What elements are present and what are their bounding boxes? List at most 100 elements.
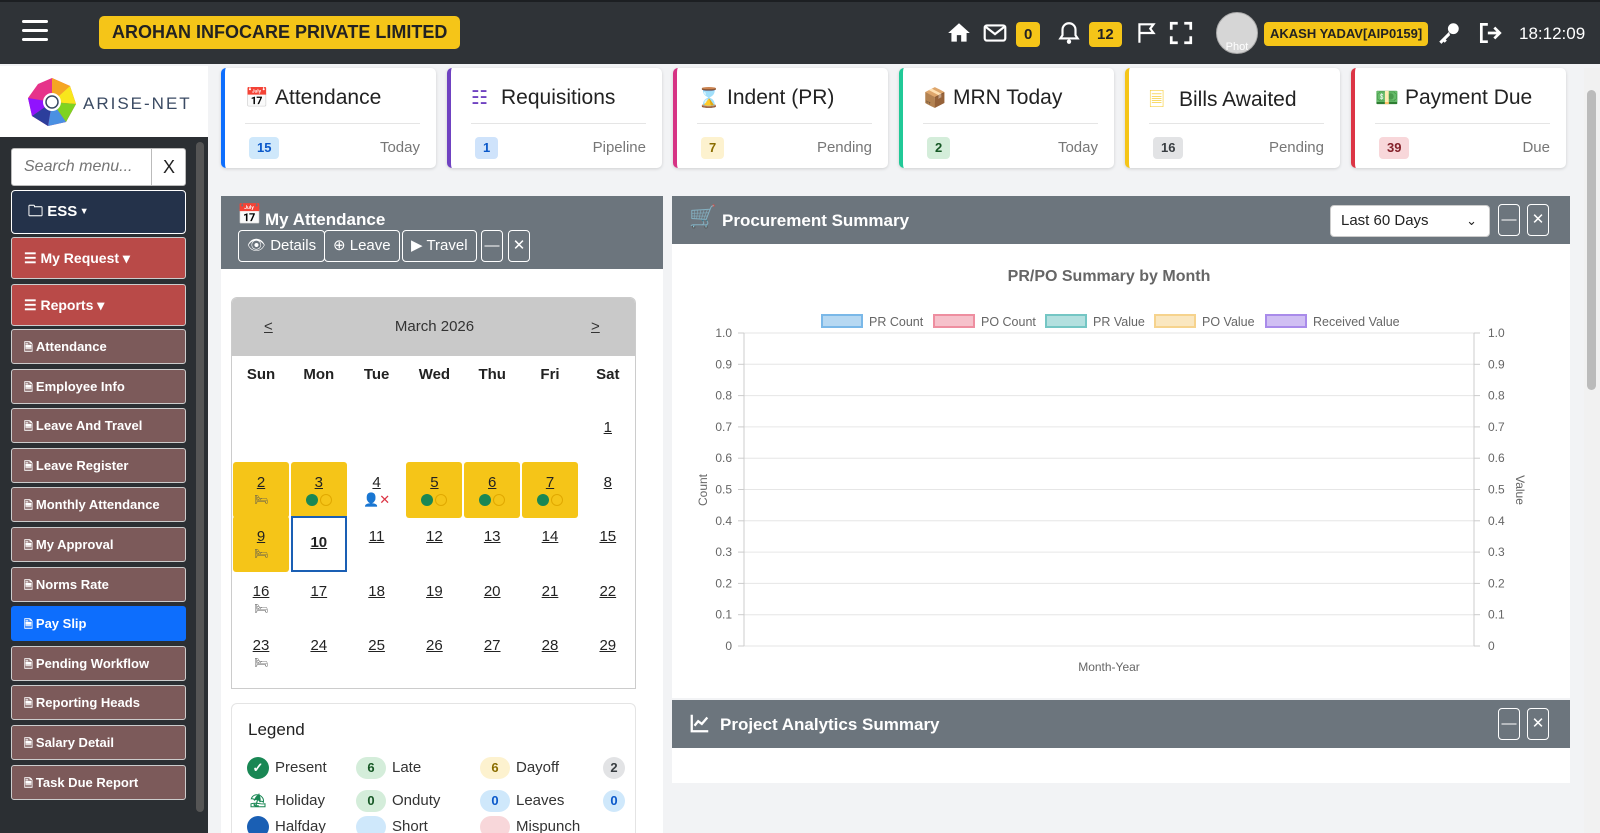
sidebar-item-salary-detail[interactable]: 🗎 Salary Detail xyxy=(11,725,186,760)
calendar-day-3[interactable]: 3 xyxy=(290,461,347,518)
fullscreen-icon[interactable] xyxy=(1168,20,1194,46)
calendar-day-17[interactable]: 17 xyxy=(291,571,347,627)
search-input[interactable] xyxy=(12,149,151,185)
legend-late-label: Late xyxy=(392,758,422,776)
notification-count-badge[interactable]: 12 xyxy=(1089,22,1122,47)
search-clear-button[interactable]: X xyxy=(151,149,186,185)
calendar-day-10[interactable]: 10 xyxy=(290,516,347,573)
sitemap-icon: ☷ xyxy=(471,88,489,109)
legend-label-4: Received Value xyxy=(1313,315,1400,329)
bell-icon[interactable] xyxy=(1056,20,1082,46)
sidebar-item-monthly-attendance[interactable]: 🗎 Monthly Attendance xyxy=(11,487,186,523)
calendar-day-4[interactable]: 4 👤✕ xyxy=(349,462,405,518)
calendar-day-15[interactable]: 15 xyxy=(580,516,635,572)
calendar-day-30[interactable]: 30🛏 xyxy=(233,680,289,688)
calendar-day-1[interactable]: 1 xyxy=(580,407,635,463)
calendar-day-8[interactable]: 8 xyxy=(580,462,635,518)
flag-icon[interactable] xyxy=(1134,20,1160,46)
home-icon[interactable] xyxy=(946,20,972,46)
mail-count-badge[interactable]: 0 xyxy=(1016,22,1041,47)
sidebar-item-my-approval[interactable]: 🗎 My Approval xyxy=(11,527,186,562)
sidebar-item-norms-rate[interactable]: 🗎 Norms Rate xyxy=(11,566,186,602)
calendar-day-5[interactable]: 5 xyxy=(406,461,463,518)
check-circle-icon: ✓ xyxy=(247,757,269,779)
calendar-day-2[interactable]: 2 🛏 xyxy=(233,461,289,518)
sidebar-item-pending-workflow[interactable]: 🗎 Pending Workflow xyxy=(11,645,186,681)
box-icon: 📦 xyxy=(923,88,947,109)
day-number: 1 xyxy=(603,419,612,436)
y-tick-label-10: 0 xyxy=(725,639,732,653)
sidebar-item-pay-slip[interactable]: 🗎 Pay Slip xyxy=(11,606,186,642)
dayoff-total: 2 xyxy=(603,757,625,779)
calendar-day-28[interactable]: 28 xyxy=(522,625,578,681)
card-divider xyxy=(471,123,646,124)
sidebar-item-leave-register[interactable]: 🗎 Leave Register xyxy=(11,447,186,483)
summary-card-indent-pr[interactable]: ⌛ Indent (PR) 7 Pending xyxy=(673,68,888,168)
close-icon[interactable]: ✕ xyxy=(508,230,530,262)
calendar-day-11[interactable]: 11 xyxy=(349,516,405,572)
calendar-next-button[interactable]: > xyxy=(591,318,600,335)
close-icon[interactable]: ✕ xyxy=(1527,204,1549,236)
mail-icon[interactable] xyxy=(982,20,1008,46)
calendar-day-18[interactable]: 18 xyxy=(349,571,405,627)
user-name-badge[interactable]: AKASH YADAV[AIP0159] xyxy=(1264,22,1429,46)
calendar-day-26[interactable]: 26 xyxy=(406,625,462,681)
logout-icon[interactable] xyxy=(1477,20,1503,46)
summary-card-payment-due[interactable]: 💵 Payment Due 39 Due xyxy=(1351,68,1566,168)
calendar-day-29[interactable]: 29 xyxy=(580,625,635,681)
calendar-day-20[interactable]: 20 xyxy=(464,571,520,627)
summary-card-mrn-today[interactable]: 📦 MRN Today 2 Today xyxy=(899,68,1114,168)
sidebar-item-attendance[interactable]: 🗎 Attendance xyxy=(11,329,186,364)
card-count: 1 xyxy=(475,137,499,159)
calendar-day-6[interactable]: 6 xyxy=(464,461,521,518)
calendar-day-12[interactable]: 12 xyxy=(406,516,462,572)
calendar-day-27[interactable]: 27 xyxy=(464,625,520,681)
date-range-select[interactable]: Last 60 Days ⌄ xyxy=(1330,205,1490,237)
y2-tick-label-4: 0.6 xyxy=(1488,451,1505,465)
project-analytics-title: Project Analytics Summary xyxy=(720,715,940,734)
arise-net-logo[interactable] xyxy=(26,76,78,128)
calendar-day-14[interactable]: 14 xyxy=(522,516,578,572)
sidebar-item-employee-info[interactable]: 🗎 Employee Info xyxy=(11,368,186,404)
travel-button[interactable]: ▶ Travel xyxy=(402,230,477,262)
legend-label-1: PO Count xyxy=(981,315,1036,329)
reports-menu[interactable]: ☰ Reports ▾ xyxy=(11,284,186,326)
minimize-button[interactable]: — xyxy=(1498,708,1520,740)
my-request-label: My Request xyxy=(40,250,120,266)
calendar-day-19[interactable]: 19 xyxy=(406,571,462,627)
minimize-button[interactable]: — xyxy=(1498,204,1520,236)
calendar-day-31[interactable]: 31 xyxy=(291,680,347,688)
details-button[interactable]: 👁 Details xyxy=(238,230,326,262)
minimize-button[interactable]: — xyxy=(481,230,503,262)
scrollbar-thumb[interactable] xyxy=(1587,90,1596,390)
calendar-day-21[interactable]: 21 xyxy=(522,571,578,627)
calendar-day-7[interactable]: 7 xyxy=(522,461,578,518)
summary-card-requisitions[interactable]: ☷ Requisitions 1 Pipeline xyxy=(447,68,662,168)
day-number: 5 xyxy=(430,473,439,491)
calendar-day-25[interactable]: 25 xyxy=(349,625,405,681)
calendar-day-24[interactable]: 24 xyxy=(291,625,347,681)
y2-tick-label-5: 0.5 xyxy=(1488,483,1505,497)
sidebar-scrollbar[interactable] xyxy=(196,142,204,812)
sidebar-item-task-due-report[interactable]: 🗎 Task Due Report xyxy=(11,764,186,800)
calendar-day-13[interactable]: 13 xyxy=(464,516,520,572)
summary-card-attendance[interactable]: 📅 Attendance 15 Today xyxy=(221,68,436,168)
menu-icon[interactable] xyxy=(22,20,48,42)
sidebar-item-reporting-heads[interactable]: 🗎 Reporting Heads xyxy=(11,685,186,721)
calendar-day-16[interactable]: 16 🛏 xyxy=(233,571,289,627)
summary-card-bills-awaited[interactable]: 🗏 Bills Awaited 16 Pending xyxy=(1125,68,1340,168)
my-attendance-header: 📅 My Attendance 👁 Details ⊕ Leave ▶ Trav… xyxy=(221,196,663,269)
leave-button[interactable]: ⊕ Leave xyxy=(324,230,400,262)
day-number: 25 xyxy=(368,637,385,655)
key-icon[interactable] xyxy=(1436,20,1462,46)
my-request-menu[interactable]: ☰ My Request ▾ xyxy=(11,237,186,279)
calendar-day-9[interactable]: 9 🛏 xyxy=(233,516,289,573)
calendar-day-22[interactable]: 22 xyxy=(580,571,635,627)
calendar-day-23[interactable]: 23 🛏 xyxy=(233,625,289,681)
close-icon[interactable]: ✕ xyxy=(1527,708,1549,740)
umbrella-beach-icon: ⛱ xyxy=(249,793,267,808)
page-scrollbar[interactable] xyxy=(1584,68,1600,833)
ess-menu-button[interactable]: 🗀 ESS ▾ xyxy=(11,190,186,234)
avatar[interactable]: Phot xyxy=(1216,12,1258,54)
sidebar-item-leave-and-travel[interactable]: 🗎 Leave And Travel xyxy=(11,408,186,444)
